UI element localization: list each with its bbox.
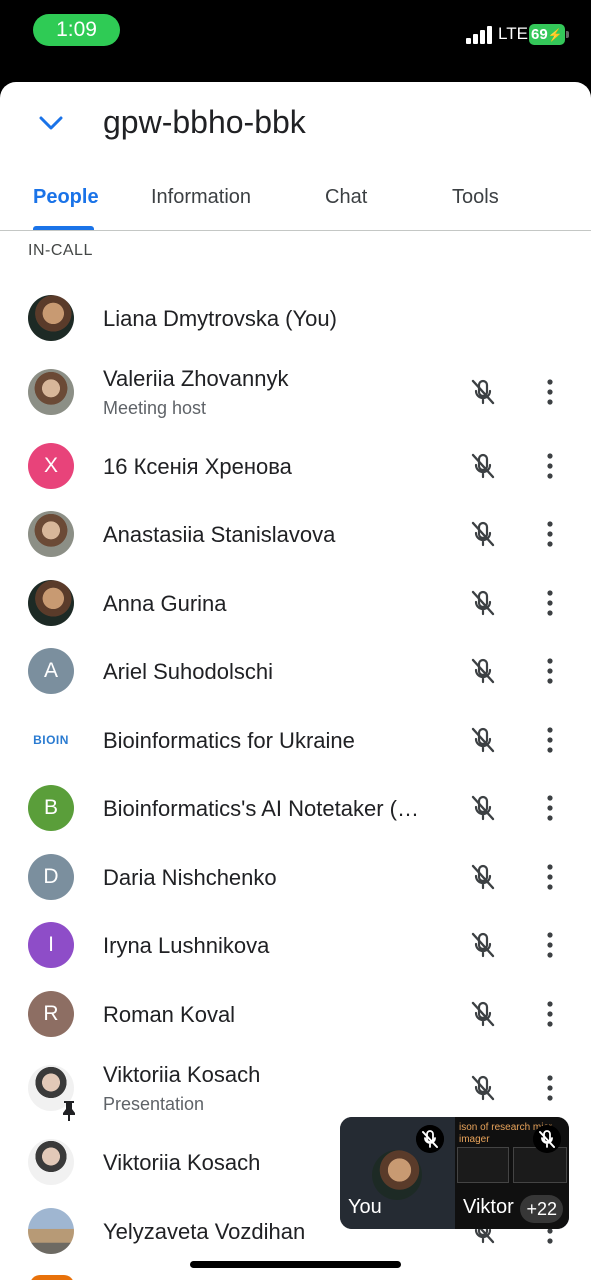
more-participants-badge[interactable]: +22 <box>520 1195 563 1223</box>
more-options-icon[interactable] <box>538 519 562 549</box>
avatar <box>28 1208 74 1254</box>
more-options-icon[interactable] <box>538 999 562 1029</box>
chevron-down-icon[interactable] <box>38 112 64 134</box>
more-options-icon[interactable] <box>538 451 562 481</box>
participant-name: Bioinformatics for Ukraine <box>103 728 355 753</box>
avatar <box>28 580 74 626</box>
mic-off-icon <box>471 658 495 684</box>
home-indicator[interactable] <box>190 1261 401 1268</box>
avatar <box>28 295 74 341</box>
slide-thumbnail <box>457 1147 509 1183</box>
participant-name: Daria Nishchenko <box>103 865 277 890</box>
participant-row[interactable]: A Ariel Suhodolschi <box>0 637 591 705</box>
avatar: X <box>28 443 74 489</box>
picture-in-picture[interactable]: You ison of research micr imager Viktor … <box>340 1117 569 1229</box>
participant-name: Yelyzaveta Vozdihan <box>103 1219 306 1244</box>
avatar: I <box>28 922 74 968</box>
participant-row[interactable]: I Iryna Lushnikova <box>0 911 591 979</box>
mic-off-icon <box>471 521 495 547</box>
avatar <box>28 369 74 415</box>
network-type: LTE <box>498 24 528 43</box>
mic-off-icon <box>471 1075 495 1101</box>
mic-off-icon <box>471 379 495 405</box>
battery-level: 69 <box>531 26 548 43</box>
avatar <box>372 1150 422 1200</box>
mic-off-icon <box>471 453 495 479</box>
tab-chat[interactable]: Chat <box>325 186 367 209</box>
more-options-icon[interactable] <box>538 1073 562 1103</box>
participant-row[interactable]: Anastasiia Stanislavova <box>0 500 591 568</box>
participant-name: Ariel Suhodolschi <box>103 659 273 684</box>
tab-tools[interactable]: Tools <box>452 186 499 209</box>
more-options-icon[interactable] <box>538 588 562 618</box>
status-bar: 1:09 LTE 69⚡ <box>0 0 591 80</box>
battery-icon: 69⚡ <box>529 24 569 45</box>
mic-off-icon <box>533 1125 561 1153</box>
status-time: 1:09 <box>33 14 120 46</box>
participant-row[interactable]: R Roman Koval <box>0 980 591 1048</box>
mic-off-icon <box>471 727 495 753</box>
more-options-icon[interactable] <box>538 930 562 960</box>
participant-name: Roman Koval <box>103 1002 236 1027</box>
participant-row[interactable]: BIOIN Bioinformatics for Ukraine <box>0 706 591 774</box>
avatar <box>28 1139 74 1185</box>
participant-role: Presentation <box>103 1094 205 1114</box>
participant-row[interactable]: D Daria Nishchenko <box>0 843 591 911</box>
more-options-icon[interactable] <box>538 725 562 755</box>
bioinformatics-logo: BIOIN <box>28 717 74 763</box>
pip-self-tile[interactable]: You <box>340 1117 453 1229</box>
participant-row[interactable]: Liana Dmytrovska (You) <box>0 284 591 352</box>
avatar <box>30 1275 74 1280</box>
meeting-code: gpw-bbho-bbk <box>103 104 306 140</box>
tab-bar: People Information Chat Tools <box>0 170 591 231</box>
more-options-icon[interactable] <box>538 862 562 892</box>
mic-off-icon <box>471 932 495 958</box>
pip-self-label: You <box>348 1196 382 1218</box>
slide-thumbnail <box>513 1147 567 1183</box>
participant-name: Liana Dmytrovska (You) <box>103 306 337 331</box>
avatar: D <box>28 854 74 900</box>
sheet-header: gpw-bbho-bbk <box>0 82 591 170</box>
avatar: R <box>28 991 74 1037</box>
participant-name: 16 Ксенія Хренова <box>103 454 292 479</box>
mic-off-icon <box>471 795 495 821</box>
more-options-icon[interactable] <box>538 377 562 407</box>
mic-off-icon <box>471 1001 495 1027</box>
more-options-icon[interactable] <box>538 656 562 686</box>
participant-name: Bioinformatics's AI Notetaker (… <box>103 796 419 821</box>
participant-row[interactable]: Viktoriia Kosach Presentation <box>0 1054 591 1122</box>
avatar: B <box>28 785 74 831</box>
participant-row[interactable]: Anna Gurina <box>0 569 591 637</box>
participant-name: Anna Gurina <box>103 591 227 616</box>
tab-information[interactable]: Information <box>151 186 251 209</box>
section-label: IN-CALL <box>28 242 93 259</box>
pip-share-label: Viktor <box>463 1196 514 1218</box>
more-options-icon[interactable] <box>538 793 562 823</box>
mic-off-icon <box>471 864 495 890</box>
mic-off-icon <box>416 1125 444 1153</box>
participant-row[interactable]: B Bioinformatics's AI Notetaker (… <box>0 774 591 842</box>
participant-name: Anastasiia Stanislavova <box>103 522 336 547</box>
active-tab-indicator <box>33 226 94 230</box>
participant-name: Iryna Lushnikova <box>103 933 270 958</box>
participant-role: Meeting host <box>103 398 207 418</box>
pin-icon <box>63 1101 75 1121</box>
avatar <box>28 511 74 557</box>
participant-name: Valeriia Zhovannyk <box>103 366 289 391</box>
participant-row[interactable]: Valeriia Zhovannyk Meeting host <box>0 358 591 426</box>
pip-presentation-tile[interactable]: ison of research micr imager Viktor +22 <box>455 1117 569 1229</box>
avatar: A <box>28 648 74 694</box>
tab-people[interactable]: People <box>33 186 99 209</box>
participant-name: Viktoriia Kosach <box>103 1062 261 1087</box>
participant-name: Viktoriia Kosach <box>103 1150 261 1175</box>
mic-off-icon <box>471 590 495 616</box>
participant-row[interactable]: X 16 Ксенія Хренова <box>0 432 591 500</box>
cellular-signal-icon <box>466 26 494 44</box>
meeting-details-sheet: gpw-bbho-bbk People Information Chat Too… <box>0 82 591 1280</box>
